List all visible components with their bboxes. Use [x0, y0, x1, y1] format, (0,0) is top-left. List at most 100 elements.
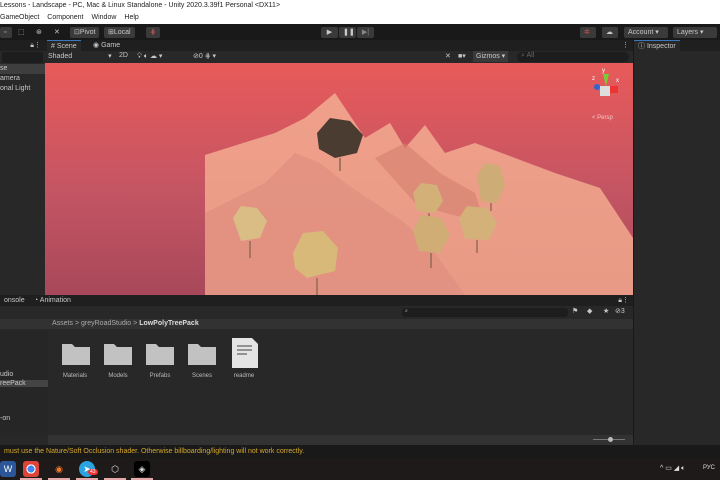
gizmo-x-label: x	[616, 78, 619, 84]
cloud-icon[interactable]: ☁	[602, 26, 618, 38]
menu-component[interactable]: Component	[47, 12, 83, 24]
hierarchy-item-camera[interactable]: amera	[0, 74, 45, 84]
lock-icon[interactable]: 🔒︎⋮	[30, 41, 41, 50]
filter-label-icon[interactable]: ◆	[587, 307, 592, 315]
hierarchy-item-scene[interactable]: se	[0, 64, 45, 74]
asset-label[interactable]: readme	[222, 373, 266, 379]
menu-help[interactable]: Help	[124, 12, 138, 24]
pause-button[interactable]: ❚❚	[339, 26, 356, 38]
play-button[interactable]: ▶	[321, 26, 338, 38]
transform-tool-icon[interactable]: ⊛	[32, 27, 46, 38]
rect-tool-icon[interactable]: ▫	[0, 26, 12, 38]
tree-item-greyroadstudio[interactable]: udio	[0, 371, 48, 378]
breadcrumb-assets[interactable]: Assets	[52, 320, 73, 327]
tree-item-addon[interactable]: -on	[0, 415, 48, 422]
snap-icon[interactable]: ⋕	[146, 26, 160, 38]
chrome-icon[interactable]	[23, 461, 39, 477]
tab-inspector[interactable]: ⓘ Inspector	[634, 40, 680, 51]
hierarchy-tabbar: 🔒︎⋮	[0, 40, 45, 51]
inspector-tabbar: ⓘ Inspector	[634, 40, 720, 51]
scene-view[interactable]: y z x < Persp	[45, 63, 633, 295]
asset-label[interactable]: Scenes	[180, 373, 224, 379]
more-icon[interactable]: ⋮	[618, 40, 633, 51]
hidden-count: 0	[198, 53, 203, 60]
breadcrumb-bar: Assets > greyRoadStudio > LowPolyTreePac…	[0, 319, 633, 329]
persp-label[interactable]: < Persp	[592, 115, 613, 121]
hidden-packages-icon[interactable]: ⊘3	[615, 307, 625, 315]
tab-scene[interactable]: # Scene	[47, 40, 81, 51]
lighting-icon[interactable]: 💡︎ 🔈︎ ☁ ▾	[137, 52, 162, 61]
folder-icon[interactable]	[104, 341, 132, 365]
menu-window[interactable]: Window	[92, 12, 117, 24]
scene-toolbar: Shaded ▾ 2D 💡︎ 🔈︎ ☁ ▾ ⊘0 ⋕ ▾ ✕ ■▾ Gizmos …	[45, 51, 633, 63]
gizmo-y-axis	[603, 74, 609, 86]
project-footer	[48, 435, 633, 445]
breadcrumb-greyroadstudio[interactable]: greyRoadStudio	[81, 320, 131, 327]
favorite-icon[interactable]: ★	[603, 307, 609, 315]
unity-hub-icon[interactable]: ⬡	[107, 461, 123, 477]
gizmo-cube	[600, 86, 610, 96]
folder-icon[interactable]	[62, 341, 90, 365]
project-panel: onsole ◔ Animation 🔒︎⋮ ⌕ ⚑ ◆ ★ ⊘3 Assets…	[0, 295, 633, 445]
tab-animation-label: Animation	[39, 297, 71, 304]
gizmos-dropdown[interactable]: Gizmos ▾	[473, 51, 509, 62]
scene-render	[45, 63, 633, 295]
asset-label[interactable]: Models	[96, 373, 140, 379]
layers-label: Layers	[677, 28, 699, 36]
filter-type-icon[interactable]: ⚑	[572, 307, 578, 315]
asset-label[interactable]: Materials	[53, 373, 97, 379]
gizmo-y-label: y	[602, 68, 605, 74]
step-button[interactable]: ▶|	[357, 26, 374, 38]
account-dropdown[interactable]: Account ▾	[624, 26, 668, 38]
tab-inspector-label: Inspector	[646, 43, 676, 50]
folder-icon[interactable]	[146, 341, 174, 365]
visibility-toggle[interactable]: ⊘0 ⋕ ▾	[193, 52, 216, 60]
tree-item-lowpolytreepack[interactable]: reePack	[0, 380, 48, 387]
lock-icon[interactable]: 🔒︎⋮	[614, 295, 633, 306]
zoom-slider-handle[interactable]	[608, 437, 613, 442]
hierarchy-search[interactable]	[2, 52, 43, 63]
hidden-packages-count: 3	[620, 308, 625, 315]
word-icon[interactable]: W	[0, 461, 16, 477]
tab-game-label: Game	[101, 42, 121, 49]
account-label: Account	[628, 28, 654, 36]
telegram-badge: 43	[88, 469, 98, 475]
collab-icon[interactable]: ✲	[580, 26, 596, 38]
shading-label: Shaded	[48, 53, 73, 60]
tab-scene-label: Scene	[56, 43, 77, 50]
layers-dropdown[interactable]: Layers ▾	[673, 26, 717, 38]
asset-label[interactable]: Prefabs	[138, 373, 182, 379]
menu-gameobject[interactable]: GameObject	[0, 12, 39, 24]
custom-tool-icon[interactable]: ✕	[50, 27, 64, 38]
folder-icon[interactable]	[188, 341, 216, 365]
scene-search-placeholder: All	[526, 52, 535, 59]
camera-icon[interactable]: ■▾	[458, 52, 466, 60]
document-icon[interactable]	[231, 338, 259, 368]
menu-bar: GameObject Component Window Help	[0, 12, 720, 24]
project-search[interactable]: ⌕	[402, 308, 568, 317]
scale-tool-icon[interactable]: ⬚	[14, 27, 29, 38]
project-tree: udio reePack -on	[0, 330, 48, 435]
hierarchy-item-light[interactable]: onal Light	[0, 84, 45, 94]
language-indicator[interactable]: РУС	[703, 465, 715, 471]
breadcrumb-lowpolytreepack[interactable]: LowPolyTreePack	[139, 320, 199, 327]
local-button[interactable]: ⊞Local	[104, 26, 135, 38]
blender-icon[interactable]: ◉	[51, 461, 67, 477]
tab-animation[interactable]: ◔ Animation	[30, 295, 75, 306]
tray-icons[interactable]: ^ ▭ ◢ 🔈︎	[660, 464, 685, 473]
project-tabbar: onsole ◔ Animation 🔒︎⋮	[0, 295, 633, 306]
shading-dropdown[interactable]: Shaded ▾	[48, 52, 112, 60]
scene-tabbar: # Scene ◉ Game ⋮	[45, 40, 633, 51]
pivot-button[interactable]: ⊡Pivot	[70, 26, 100, 38]
orientation-gizmo[interactable]: y z x	[586, 68, 626, 113]
gizmo-z-axis	[594, 84, 600, 90]
status-bar-warning[interactable]: must use the Nature/Soft Occlusion shade…	[0, 445, 720, 458]
gizmo-x-axis	[610, 86, 618, 93]
unity-icon[interactable]: ◈	[134, 461, 150, 477]
tools-icon[interactable]: ✕	[445, 52, 451, 60]
tab-console[interactable]: onsole	[0, 295, 29, 306]
taskbar: W ◉ ➤ 43 ⬡ ◈ ^ ▭ ◢ 🔈︎ РУС	[0, 458, 720, 480]
tab-game[interactable]: ◉ Game	[89, 40, 124, 51]
2d-toggle[interactable]: 2D	[119, 52, 128, 59]
scene-search[interactable]: ⌕ All	[517, 52, 629, 62]
